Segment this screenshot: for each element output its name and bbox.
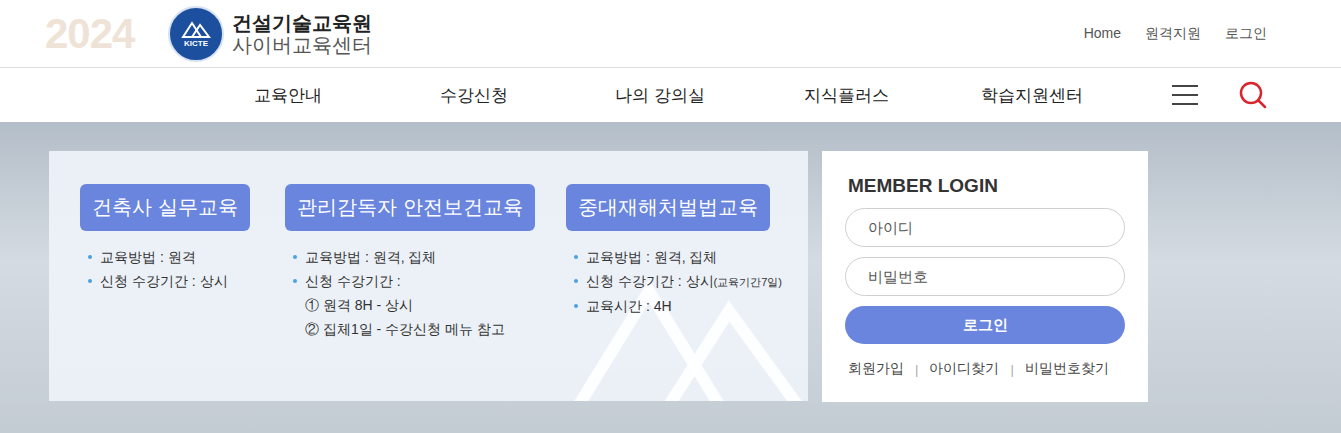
course-detail: 신청 수강기간 : 상시	[88, 269, 228, 293]
menu-button[interactable]	[1165, 75, 1205, 115]
course-detail: 교육방법 : 원격, 집체	[293, 245, 505, 269]
top-links: Home 원격지원 로그인	[1084, 25, 1267, 43]
brand-title: 건설기술교육원	[232, 12, 372, 34]
brand-text: 건설기술교육원사이버교육센터	[232, 12, 372, 56]
nav-item[interactable]: 학습지원센터	[939, 84, 1125, 107]
course-detail: ② 집체1일 - 수강신청 메뉴 참고	[293, 317, 505, 341]
course-card: 건축사 실무교육교육방법 : 원격신청 수강기간 : 상시	[80, 184, 285, 341]
course-details: 교육방법 : 원격신청 수강기간 : 상시	[80, 245, 228, 293]
nav-item[interactable]: 지식플러스	[753, 84, 939, 107]
course-panel: 건축사 실무교육교육방법 : 원격신청 수강기간 : 상시관리감독자 안전보건교…	[49, 151, 808, 401]
mountain-icon	[181, 20, 211, 38]
course-detail: 신청 수강기간 : 상시(교육기간7일)	[574, 269, 782, 294]
site-header: 2024 KICTE 건설기술교육원사이버교육센터 Home 원격지원 로그인	[0, 0, 1341, 67]
login-link[interactable]: 회원가입	[848, 360, 904, 378]
login-box: MEMBER LOGIN 로그인회원가입 | 아이디찾기 | 비밀번호찾기	[822, 151, 1148, 402]
login-links: 회원가입 | 아이디찾기 | 비밀번호찾기	[845, 360, 1125, 378]
course-title[interactable]: 건축사 실무교육	[80, 184, 250, 231]
brand-subtitle: 사이버교육센터	[232, 34, 372, 56]
search-button[interactable]	[1233, 75, 1273, 115]
top-link[interactable]: Home	[1084, 25, 1121, 43]
course-detail: 교육방법 : 원격, 집체	[574, 245, 782, 269]
detail-note: (교육기간7일)	[714, 276, 782, 288]
nav-item[interactable]: 수강신청	[381, 84, 567, 107]
course-detail: 교육시간 : 4H	[574, 294, 782, 318]
logo-badge-text: KICTE	[184, 39, 208, 48]
login-link[interactable]: 아이디찾기	[929, 360, 999, 378]
top-link[interactable]: 원격지원	[1145, 25, 1201, 43]
hamburger-icon	[1172, 84, 1198, 106]
course-detail: ① 원격 8H - 상시	[293, 293, 505, 317]
hero: 건축사 실무교육교육방법 : 원격신청 수강기간 : 상시관리감독자 안전보건교…	[0, 122, 1341, 433]
course-detail: 신청 수강기간 :	[293, 269, 505, 293]
login-link[interactable]: 비밀번호찾기	[1025, 360, 1109, 378]
logo-icon: KICTE	[168, 6, 224, 62]
course-detail: 교육방법 : 원격	[88, 245, 228, 269]
nav-item[interactable]: 나의 강의실	[567, 84, 753, 107]
course-details: 교육방법 : 원격, 집체신청 수강기간 :① 원격 8H - 상시② 집체1일…	[285, 245, 505, 341]
year-watermark: 2024	[45, 10, 168, 58]
course-title[interactable]: 관리감독자 안전보건교육	[285, 184, 535, 231]
top-link[interactable]: 로그인	[1225, 25, 1267, 43]
course-title[interactable]: 중대재해처벌법교육	[566, 184, 770, 231]
brand[interactable]: 2024 KICTE 건설기술교육원사이버교육센터	[45, 6, 372, 62]
main-nav: 교육안내수강신청나의 강의실지식플러스학습지원센터	[0, 67, 1341, 122]
login-field[interactable]	[845, 257, 1125, 296]
login-field[interactable]	[845, 208, 1125, 247]
course-list: 건축사 실무교육교육방법 : 원격신청 수강기간 : 상시관리감독자 안전보건교…	[80, 184, 777, 341]
course-card: 관리감독자 안전보건교육교육방법 : 원격, 집체신청 수강기간 :① 원격 8…	[285, 184, 566, 341]
link-separator: |	[1010, 362, 1013, 377]
course-details: 교육방법 : 원격, 집체신청 수강기간 : 상시(교육기간7일)교육시간 : …	[566, 245, 782, 318]
course-card: 중대재해처벌법교육교육방법 : 원격, 집체신청 수강기간 : 상시(교육기간7…	[566, 184, 782, 341]
nav-item[interactable]: 교육안내	[195, 84, 381, 107]
login-button[interactable]: 로그인	[845, 306, 1125, 344]
login-title: MEMBER LOGIN	[848, 175, 1125, 197]
link-separator: |	[915, 362, 918, 377]
search-icon	[1239, 81, 1267, 109]
